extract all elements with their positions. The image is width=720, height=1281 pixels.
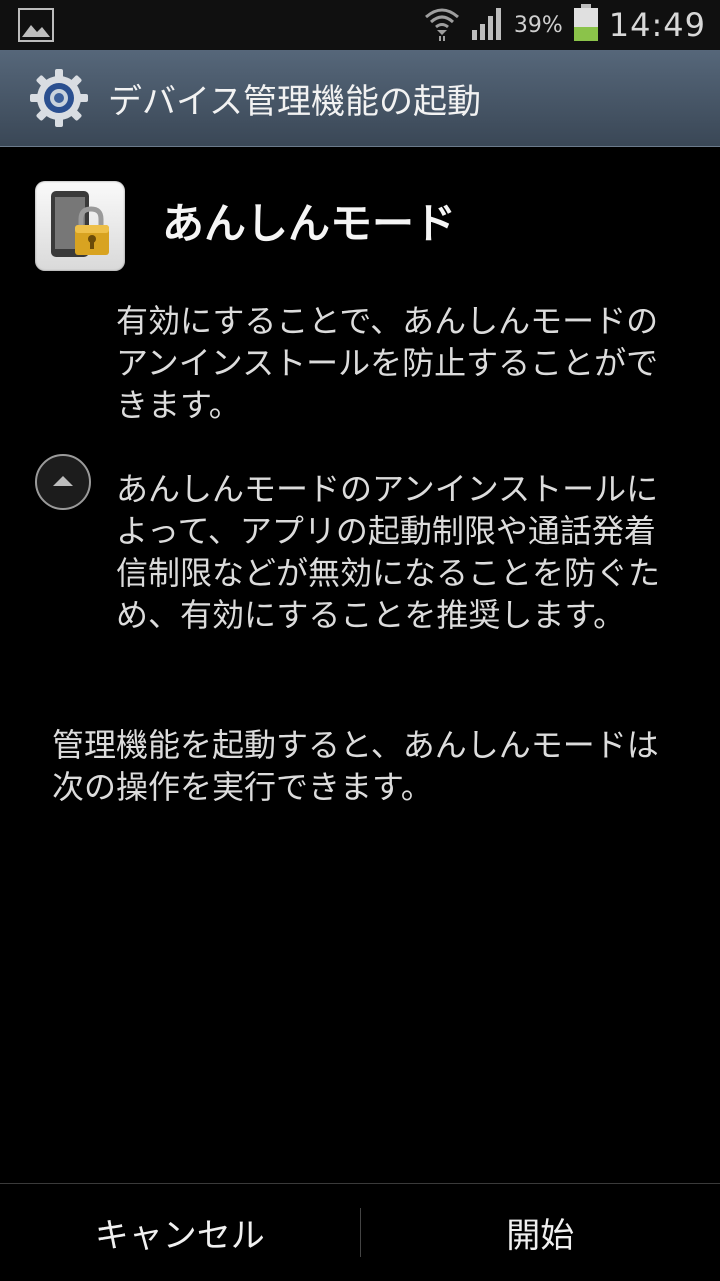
start-button[interactable]: 開始 [361,1184,720,1281]
settings-gear-icon [28,67,90,129]
battery-percent: 39% [514,13,563,38]
button-bar: キャンセル 開始 [0,1183,720,1281]
wifi-icon [424,5,460,45]
cancel-button[interactable]: キャンセル [0,1184,360,1281]
chevron-up-icon [51,473,75,492]
description-paragraph-3: 管理機能を起動すると、あんしんモードは次の操作を実行できます。 [52,724,682,808]
status-bar: 39% 14:49 [0,0,720,50]
collapse-button[interactable] [35,454,91,510]
battery-icon [573,4,599,46]
app-lock-icon [35,181,125,271]
title-bar: デバイス管理機能の起動 [0,50,720,147]
app-name: あんしんモード [162,190,456,251]
description-paragraph-1: 有効にすることで、あんしんモードのアンインストールを防止することができます。 [116,300,676,426]
clock: 14:49 [609,6,706,44]
signal-icon [470,6,504,44]
image-notification-icon [18,8,54,46]
page-title: デバイス管理機能の起動 [108,50,481,146]
description-paragraph-2: あんしんモードのアンインストールによって、アプリの起動制限や通話発着信制限などが… [116,468,676,636]
